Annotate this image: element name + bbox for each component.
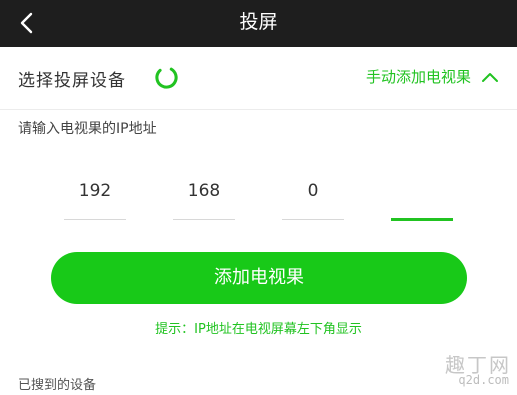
chevron-up-icon — [482, 72, 498, 82]
ip-prompt: 请输入电视果的IP地址 — [18, 121, 157, 137]
loading-spinner-icon — [155, 66, 178, 89]
manual-add-label: 手动添加电视果 — [365, 68, 471, 86]
watermark: 趣丁网 q2d.com — [437, 349, 511, 389]
ip-octet-4-input[interactable] — [391, 172, 453, 222]
found-devices-label: 已搜到的设备 — [18, 378, 97, 393]
ip-octet-2-input[interactable]: 168 — [173, 172, 235, 222]
ip-octet-1-value: 192 — [78, 181, 112, 201]
watermark-line2: q2d.com — [458, 373, 509, 387]
ip-octet-2-value: 168 — [187, 181, 221, 201]
page-title: 投屏 — [239, 11, 278, 33]
ip-octet-2-underline — [173, 219, 235, 220]
ip-octet-1-input[interactable]: 192 — [64, 172, 126, 222]
add-tv-button[interactable]: 添加电视果 — [51, 252, 467, 304]
ip-octet-3-underline — [282, 219, 344, 220]
manual-add-toggle[interactable]: 手动添加电视果 — [366, 66, 499, 87]
ip-octet-1-underline — [64, 219, 126, 220]
ip-octet-3-input[interactable]: 0 — [282, 172, 344, 222]
device-select-row: 选择投屏设备 手动添加电视果 — [0, 47, 517, 110]
ip-octet-4-underline — [391, 218, 453, 221]
hint-text: 提示：IP地址在电视屏幕左下角显示 — [155, 322, 362, 337]
ip-octet-3-value: 0 — [307, 181, 319, 201]
device-select-label: 选择投屏设备 — [18, 71, 126, 91]
top-bar: 投屏 — [0, 0, 517, 47]
